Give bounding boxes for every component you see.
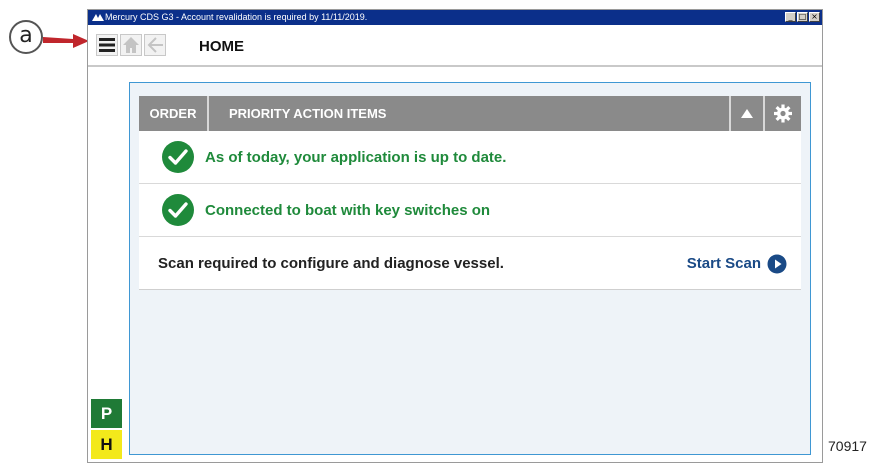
callout-label: a: [9, 20, 43, 54]
toolbar: HOME: [88, 25, 822, 67]
panel-title: PRIORITY ACTION ITEMS: [229, 106, 387, 121]
collapse-button[interactable]: [729, 96, 765, 131]
status-row-connected: Connected to boat with key switches on: [139, 184, 801, 237]
settings-button[interactable]: [765, 96, 801, 131]
menu-button[interactable]: [96, 34, 118, 56]
status-row-app-up-to-date: As of today, your application is up to d…: [139, 131, 801, 184]
h-tab[interactable]: H: [91, 430, 122, 459]
mercury-logo-icon: [92, 14, 104, 21]
callout-arrow-icon: [43, 34, 89, 48]
window-title: Mercury CDS G3 - Account revalidation is…: [105, 12, 368, 22]
close-button[interactable]: ×: [809, 12, 820, 22]
minimize-button[interactable]: _: [785, 12, 796, 22]
triangle-up-icon: [741, 109, 753, 118]
home-icon: [123, 37, 139, 53]
play-circle-icon: [767, 254, 787, 273]
back-arrow-icon: [147, 37, 163, 53]
hamburger-icon: [99, 38, 115, 52]
order-tab[interactable]: ORDER: [139, 96, 209, 131]
figure-id: 70917: [828, 438, 867, 454]
status-text: Connected to boat with key switches on: [205, 202, 491, 219]
content-area: ORDER PRIORITY ACTION ITEMS As of today,…: [129, 82, 811, 455]
maximize-button[interactable]: □: [797, 12, 808, 22]
page-title: HOME: [199, 38, 244, 55]
action-row-scan-required: Scan required to configure and diagnose …: [139, 237, 801, 290]
check-circle-icon: [162, 194, 194, 226]
panel-header: ORDER PRIORITY ACTION ITEMS: [139, 96, 801, 131]
p-tab[interactable]: P: [91, 399, 122, 428]
action-text: Scan required to configure and diagnose …: [158, 255, 504, 272]
status-text: As of today, your application is up to d…: [205, 149, 507, 166]
start-scan-button[interactable]: Start Scan: [687, 237, 787, 290]
start-scan-label: Start Scan: [686, 255, 761, 272]
gear-icon: [774, 104, 792, 123]
window-controls: _ □ ×: [785, 12, 820, 22]
check-circle-icon: [162, 141, 194, 173]
priority-action-panel: ORDER PRIORITY ACTION ITEMS As of today,…: [139, 96, 801, 290]
home-button[interactable]: [120, 34, 142, 56]
window-titlebar: Mercury CDS G3 - Account revalidation is…: [88, 10, 822, 25]
app-window: Mercury CDS G3 - Account revalidation is…: [87, 9, 823, 463]
back-button[interactable]: [144, 34, 166, 56]
